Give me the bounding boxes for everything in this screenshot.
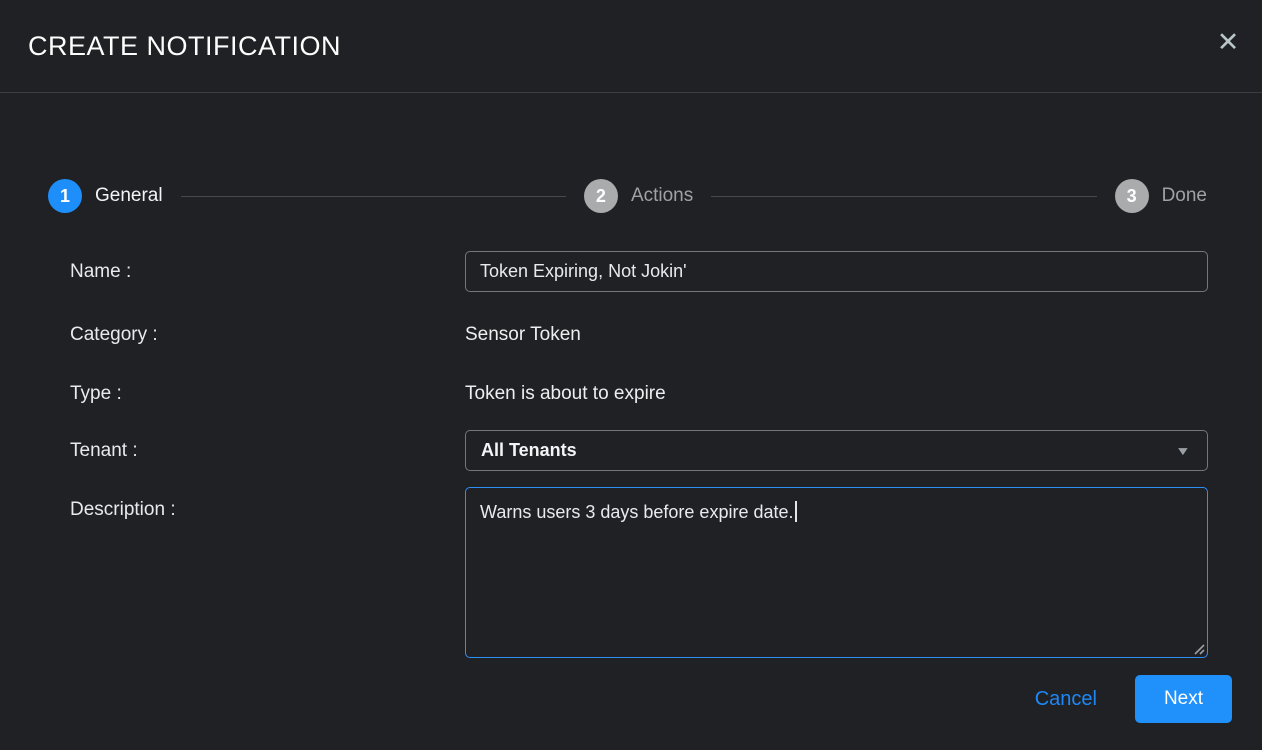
step-connector-line [181,196,566,197]
cancel-button[interactable]: Cancel [1035,688,1097,711]
tenant-selected-value: All Tenants [481,440,577,461]
step-1-circle[interactable]: 1 [48,179,82,213]
category-label: Category : [70,324,465,346]
tenant-select[interactable]: All Tenants ▼ [465,430,1208,471]
type-row: Type : Token is about to expire [70,380,1208,407]
description-text: Warns users 3 days before expire date. [480,502,794,522]
step-1-label: General [95,185,163,207]
type-label: Type : [70,383,465,405]
create-notification-dialog: CREATE NOTIFICATION ✕ 1 General 2 Action… [0,0,1262,723]
description-label: Description : [70,487,465,521]
resize-handle-icon[interactable] [1193,643,1205,655]
name-input[interactable] [465,251,1208,292]
chevron-down-icon: ▼ [1175,444,1191,458]
tenant-row: Tenant : All Tenants ▼ [70,430,1208,471]
dialog-header: CREATE NOTIFICATION ✕ [0,0,1262,93]
next-button[interactable]: Next [1135,675,1232,723]
close-button[interactable]: ✕ [1208,22,1248,62]
close-icon: ✕ [1217,27,1240,57]
step-2-label: Actions [631,185,693,207]
general-form: Name : Category : Sensor Token Type : To… [0,251,1262,658]
step-3-circle[interactable]: 3 [1115,179,1149,213]
category-row: Category : Sensor Token [70,321,1208,348]
name-label: Name : [70,261,465,283]
description-row: Description : Warns users 3 days before … [70,487,1208,658]
wizard-stepper: 1 General 2 Actions 3 Done [48,179,1207,213]
dialog-title: CREATE NOTIFICATION [28,31,341,62]
step-1-number: 1 [60,186,70,207]
step-3-number: 3 [1127,186,1137,207]
step-3-label: Done [1162,185,1207,207]
type-value: Token is about to expire [465,383,1208,405]
name-row: Name : [70,251,1208,292]
text-cursor [795,501,797,522]
step-connector-line [711,196,1096,197]
step-2-circle[interactable]: 2 [584,179,618,213]
tenant-label: Tenant : [70,440,465,462]
dialog-footer: Cancel Next [0,675,1262,723]
category-value: Sensor Token [465,324,1208,346]
description-textarea[interactable]: Warns users 3 days before expire date. [465,487,1208,658]
step-2-number: 2 [596,186,606,207]
